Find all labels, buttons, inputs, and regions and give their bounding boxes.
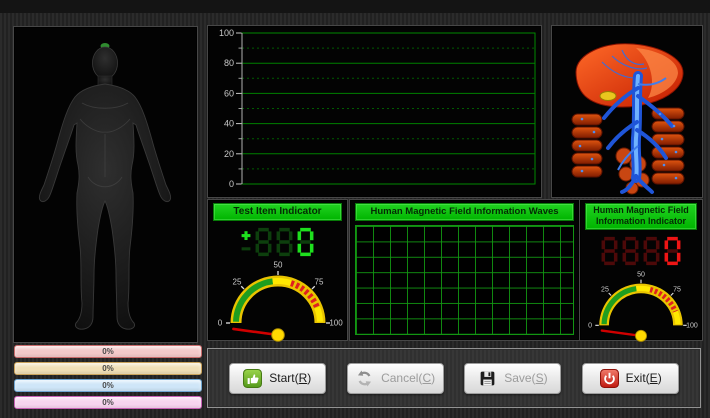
gauge-hub — [635, 330, 646, 341]
svg-text:40: 40 — [224, 119, 234, 129]
led-digit — [600, 236, 619, 266]
test-item-gauge: 0 25 50 75 100 — [212, 259, 344, 343]
organs-image-panel — [551, 25, 703, 198]
save-button[interactable]: Save(S) — [464, 363, 561, 394]
body-scan-panel — [13, 26, 198, 343]
progress-bar-label: 0% — [102, 398, 114, 407]
svg-text:100: 100 — [686, 323, 698, 330]
svg-text:100: 100 — [219, 28, 234, 38]
cancel-button-label: Cancel(C) — [381, 371, 435, 385]
svg-text:75: 75 — [314, 277, 323, 286]
save-button-label: Save(S) — [504, 371, 547, 385]
svg-text:100: 100 — [329, 319, 343, 328]
led-digit — [275, 227, 294, 257]
waves-panel-header: Human Magnetic Field Information Waves — [355, 203, 574, 221]
led-digit — [254, 227, 273, 257]
analyzer-window: 0 20 40 60 80 100 — [0, 0, 710, 418]
internal-organs-image — [552, 26, 700, 195]
svg-text:80: 80 — [224, 58, 234, 68]
led-sign — [240, 227, 252, 257]
magnetic-field-gauge: 0 25 50 75 100 — [583, 268, 699, 344]
floppy-disk-icon — [478, 369, 497, 388]
svg-text:60: 60 — [224, 88, 234, 98]
progress-bar-group: 0% 0% 0% 0% — [14, 345, 202, 413]
empty-line-chart: 0 20 40 60 80 100 — [208, 26, 539, 195]
scan-progress-chart-panel: 0 20 40 60 80 100 — [207, 25, 542, 198]
led-digit — [621, 236, 640, 266]
svg-text:25: 25 — [601, 286, 609, 293]
progress-bar: 0% — [14, 362, 202, 375]
svg-text:50: 50 — [273, 261, 282, 270]
oscilloscope-grid — [355, 225, 574, 335]
gallbladder-shape — [600, 92, 616, 101]
progress-bar: 0% — [14, 345, 202, 358]
magnetic-field-indicator-panel: Human Magnetic Field Information Indicat… — [579, 199, 703, 341]
magnetic-field-led-display — [580, 236, 702, 266]
human-body-xray-image — [14, 27, 195, 340]
power-icon — [600, 369, 619, 388]
exit-button[interactable]: Exit(E) — [582, 363, 679, 394]
svg-text:20: 20 — [224, 149, 234, 159]
svg-text:50: 50 — [637, 272, 645, 279]
svg-text:25: 25 — [232, 277, 241, 286]
progress-bar: 0% — [14, 379, 202, 392]
start-button[interactable]: Start(R) — [229, 363, 326, 394]
gauge-hub — [271, 329, 284, 342]
led-digit — [296, 227, 315, 257]
svg-text:75: 75 — [673, 286, 681, 293]
cancel-button[interactable]: Cancel(C) — [347, 363, 444, 394]
svg-text:0: 0 — [229, 179, 234, 189]
exit-button-label: Exit(E) — [626, 371, 662, 385]
thumbs-up-icon — [243, 369, 262, 388]
progress-bar: 0% — [14, 396, 202, 409]
test-item-indicator-panel: Test Item Indicator 0 25 50 75 100 — [207, 199, 348, 341]
led-digit — [663, 236, 682, 266]
magnetic-field-indicator-header: Human Magnetic Field Information Indicat… — [585, 203, 697, 230]
progress-bar-label: 0% — [102, 381, 114, 390]
action-button-bar: Start(R) Cancel(C) — [207, 348, 701, 408]
progress-bar-label: 0% — [102, 347, 114, 356]
refresh-arrows-icon — [355, 369, 374, 388]
svg-text:0: 0 — [588, 323, 592, 330]
window-top-strip — [0, 0, 710, 13]
test-item-led-display — [208, 227, 347, 257]
test-item-indicator-header: Test Item Indicator — [213, 203, 342, 221]
led-digit — [642, 236, 661, 266]
svg-text:0: 0 — [217, 319, 222, 328]
start-button-label: Start(R) — [269, 371, 311, 385]
magnetic-field-waves-panel: Human Magnetic Field Information Waves — [349, 199, 580, 341]
progress-bar-label: 0% — [102, 364, 114, 373]
